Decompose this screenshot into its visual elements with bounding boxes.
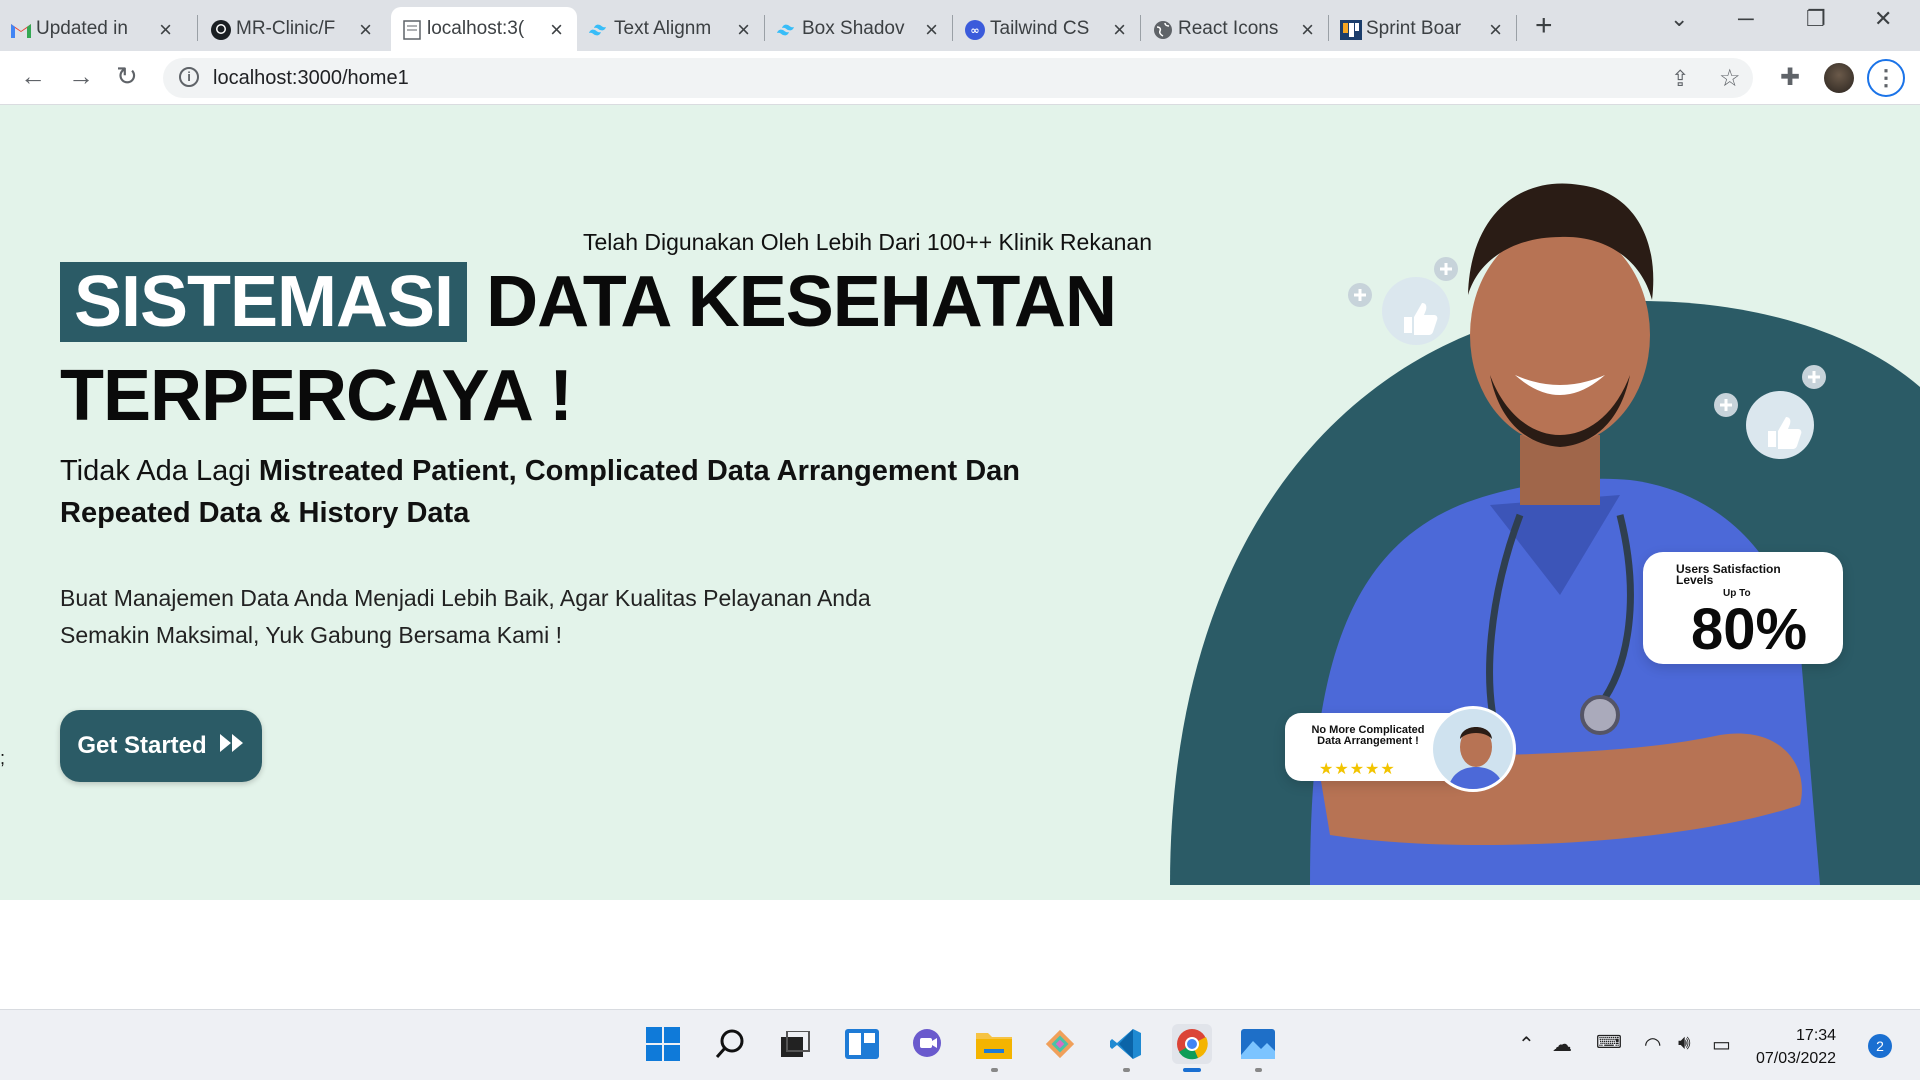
close-icon[interactable]: ×	[550, 17, 563, 43]
forward-button[interactable]: →	[68, 61, 94, 92]
satisfaction-card: Users Satisfaction Levels Up To 80%	[1643, 552, 1843, 664]
svg-text:∞: ∞	[970, 24, 979, 37]
browser-toolbar: ← → ↻ i localhost:3000/home1 ⇪ ☆ ✚ ⋮	[0, 51, 1920, 105]
tab-text-alignment[interactable]: Text Alignm ×	[578, 7, 764, 51]
url-text[interactable]: localhost:3000/home1	[213, 67, 409, 90]
taskbar-clock[interactable]: 17:34 07/03/2022	[1756, 1024, 1836, 1070]
keyboard-icon[interactable]: ⌨	[1596, 1032, 1622, 1053]
widgets-icon[interactable]	[842, 1024, 882, 1064]
new-tab-button[interactable]: +	[1535, 9, 1553, 43]
tab-tailwind-cheatsheet[interactable]: ∞ Tailwind CS ×	[954, 7, 1140, 51]
tailwind-icon	[776, 19, 798, 41]
tab-localhost[interactable]: localhost:3( ×	[391, 7, 577, 51]
close-icon[interactable]: ×	[359, 17, 372, 43]
subheading-prefix: Tidak Ada Lagi	[60, 455, 251, 487]
hero-heading: SISTEMASI DATA KESEHATAN TERPERCAYA !	[60, 255, 1160, 443]
tab-box-shadow[interactable]: Box Shadov ×	[766, 7, 952, 51]
tab-gmail[interactable]: Updated in ×	[0, 7, 186, 51]
fast-forward-icon	[219, 732, 245, 760]
menu-icon[interactable]: ⋮	[1867, 59, 1905, 97]
browser-tab-strip: Updated in × MR-Clinic/F × localhost:3( …	[0, 0, 1920, 51]
tab-title: React Icons	[1178, 18, 1279, 39]
hero-tagline: Telah Digunakan Oleh Lebih Dari 100++ Kl…	[583, 229, 1152, 255]
close-icon[interactable]: ×	[1301, 17, 1314, 43]
globe-icon	[1152, 19, 1174, 41]
wifi-icon[interactable]: ◠	[1644, 1032, 1661, 1057]
page-icon	[401, 19, 423, 41]
tab-title: Updated in	[36, 18, 128, 39]
minimize-button[interactable]: ─	[1738, 6, 1754, 32]
close-icon[interactable]: ×	[925, 17, 938, 43]
tab-search-icon[interactable]: ⌄	[1670, 6, 1688, 32]
satisfaction-title: Users Satisfaction Levels	[1676, 562, 1781, 587]
tab-title: MR-Clinic/F	[236, 18, 336, 39]
stethoscope-chest-piece	[1580, 695, 1620, 735]
tab-sprint-board[interactable]: Sprint Boar ×	[1330, 7, 1516, 51]
gmail-icon	[10, 19, 32, 41]
hero-subheading: Tidak Ada Lagi Mistreated Patient, Compl…	[60, 450, 1100, 534]
clock-date: 07/03/2022	[1756, 1050, 1837, 1067]
git-icon[interactable]	[1040, 1024, 1080, 1064]
chat-icon[interactable]	[908, 1024, 948, 1064]
close-icon[interactable]: ×	[1113, 17, 1126, 43]
profile-avatar[interactable]	[1824, 63, 1854, 93]
tab-title: localhost:3(	[427, 18, 525, 39]
clock-time: 17:34	[1796, 1027, 1837, 1044]
hero-description: Buat Manajemen Data Anda Menjadi Lebih B…	[60, 585, 871, 648]
share-icon[interactable]: ⇪	[1671, 66, 1689, 92]
tailwind-cheatsheet-icon: ∞	[964, 19, 986, 41]
get-started-label: Get Started	[77, 732, 207, 759]
file-explorer-icon[interactable]	[974, 1024, 1014, 1072]
vscode-icon[interactable]	[1106, 1024, 1146, 1072]
onedrive-icon[interactable]: ☁	[1552, 1032, 1572, 1057]
volume-icon[interactable]: 🔊︎	[1678, 1032, 1691, 1055]
start-icon[interactable]	[643, 1024, 683, 1064]
tab-title: Text Alignm	[614, 18, 712, 39]
hero-section: Telah Digunakan Oleh Lebih Dari 100++ Kl…	[0, 105, 1920, 900]
tab-react-icons[interactable]: React Icons ×	[1142, 7, 1328, 51]
tab-github[interactable]: MR-Clinic/F ×	[200, 7, 386, 51]
close-icon[interactable]: ×	[737, 17, 750, 43]
show-hidden-icons-icon[interactable]: ⌃	[1518, 1032, 1535, 1057]
notification-badge[interactable]: 2	[1868, 1034, 1892, 1058]
heading-line2: TERPERCAYA !	[60, 356, 573, 436]
photos-icon[interactable]	[1238, 1024, 1278, 1072]
tab-title: Tailwind CS	[990, 18, 1090, 39]
windows-taskbar: ⌃ ☁ ⌨ ◠ 🔊︎ ▭ 17:34 07/03/2022 2	[0, 1009, 1920, 1080]
task-view-icon[interactable]	[776, 1024, 816, 1064]
doctor-illustration	[1170, 183, 1920, 885]
heading-rest-line1: DATA KESEHATAN	[486, 262, 1117, 342]
tab-title: Box Shadov	[802, 18, 905, 39]
thumbs-up-badge-left	[1348, 257, 1458, 345]
reviewer-avatar	[1430, 706, 1516, 792]
star-rating-icon: ★★★★★	[1319, 761, 1396, 778]
address-bar[interactable]: i localhost:3000/home1 ⇪ ☆	[163, 58, 1753, 98]
chrome-icon[interactable]	[1172, 1024, 1212, 1072]
close-icon[interactable]: ×	[1489, 17, 1502, 43]
get-started-button[interactable]: Get Started	[60, 710, 262, 782]
restore-button[interactable]: ❐	[1806, 6, 1826, 32]
battery-icon[interactable]: ▭	[1712, 1032, 1731, 1057]
close-window-button[interactable]: ✕	[1874, 6, 1892, 32]
search-icon[interactable]	[710, 1024, 750, 1064]
satisfaction-value: 80%	[1691, 597, 1808, 662]
reload-button[interactable]: ↻	[116, 61, 138, 92]
heading-highlight: SISTEMASI	[60, 262, 468, 342]
review-title: No More Complicated Data Arrangement !	[1311, 724, 1425, 747]
face-shape	[1470, 225, 1650, 445]
tab-title: Sprint Boar	[1366, 18, 1462, 39]
tailwind-icon	[588, 19, 610, 41]
board-icon	[1340, 19, 1362, 41]
bookmark-star-icon[interactable]: ☆	[1719, 64, 1741, 93]
stray-text: ;	[0, 748, 6, 768]
site-info-icon[interactable]: i	[179, 67, 199, 87]
github-icon	[210, 19, 232, 41]
close-icon[interactable]: ×	[159, 17, 172, 43]
back-button[interactable]: ←	[20, 61, 46, 92]
extensions-icon[interactable]: ✚	[1780, 63, 1800, 92]
